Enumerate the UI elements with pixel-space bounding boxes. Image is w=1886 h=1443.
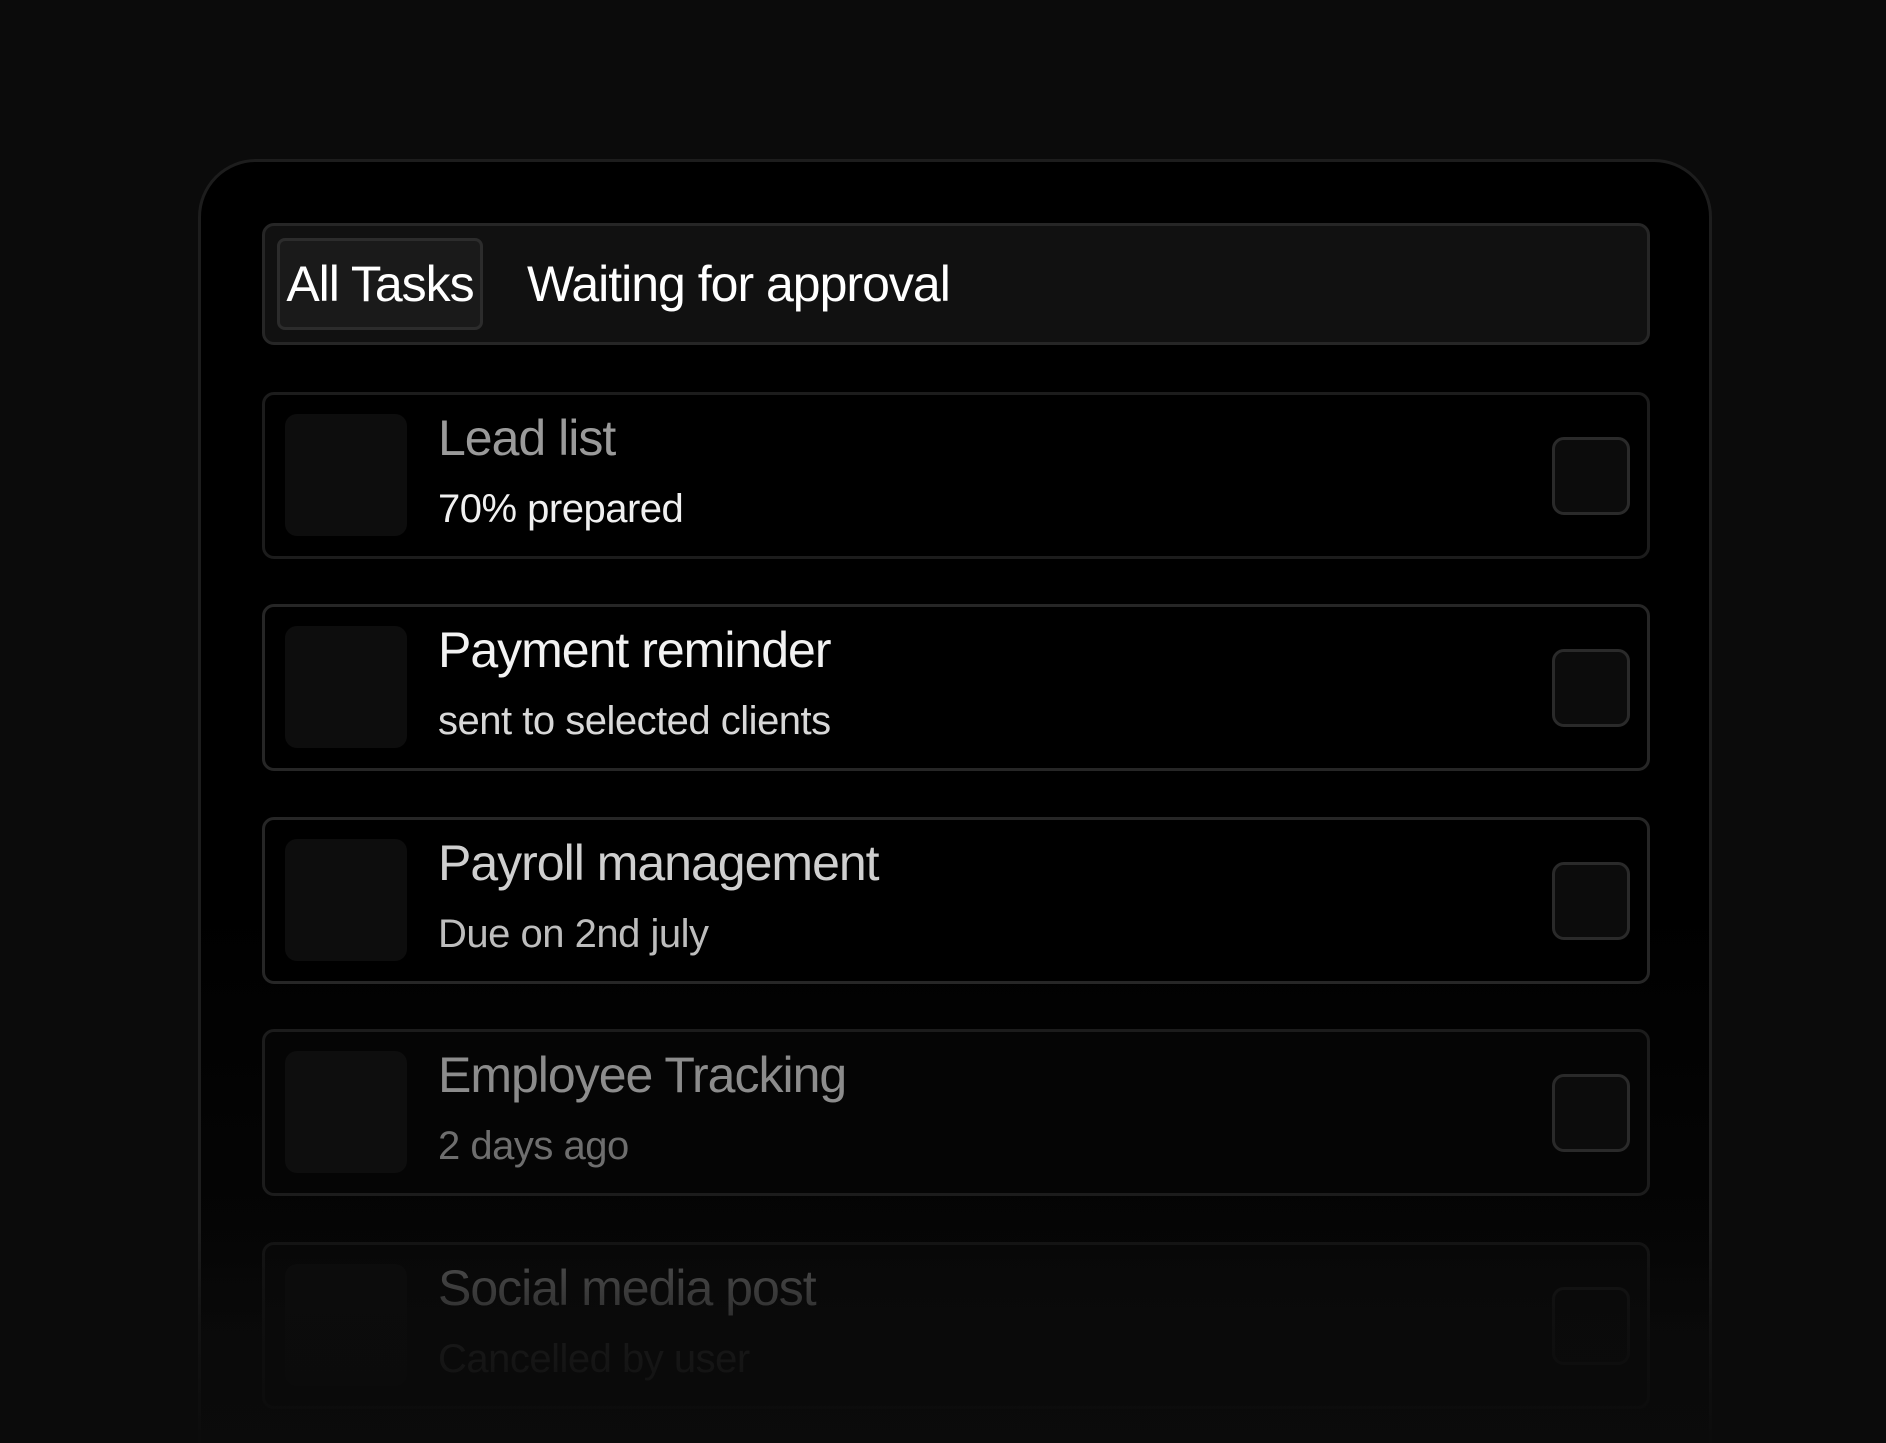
task-item-payroll-management[interactable]: Payroll management Due on 2nd july bbox=[262, 817, 1650, 984]
app-stage: All Tasks Waiting for approval Lead list… bbox=[0, 0, 1886, 1443]
task-title: Employee Tracking bbox=[438, 1047, 847, 1103]
task-title: Payroll management bbox=[438, 835, 880, 891]
task-checkbox[interactable] bbox=[1552, 649, 1630, 727]
task-checkbox[interactable] bbox=[1552, 437, 1630, 515]
task-subtitle: sent to selected clients bbox=[438, 699, 831, 743]
task-item-employee-tracking[interactable]: Employee Tracking 2 days ago bbox=[262, 1029, 1650, 1196]
task-thumbnail bbox=[285, 414, 407, 536]
tab-waiting-for-approval[interactable]: Waiting for approval bbox=[527, 238, 1047, 330]
task-subtitle: Due on 2nd july bbox=[438, 912, 709, 956]
task-checkbox[interactable] bbox=[1552, 1074, 1630, 1152]
task-thumbnail bbox=[285, 839, 407, 961]
task-item-social-media-post[interactable]: Social media post Cancelled by user bbox=[262, 1242, 1650, 1409]
task-title: Lead list bbox=[438, 410, 616, 466]
task-subtitle: 70% prepared bbox=[438, 487, 684, 531]
task-item-lead-list[interactable]: Lead list 70% prepared bbox=[262, 392, 1650, 559]
task-filter-tabs: All Tasks Waiting for approval bbox=[262, 223, 1650, 345]
task-thumbnail bbox=[285, 1264, 407, 1386]
tab-all-tasks[interactable]: All Tasks bbox=[277, 238, 483, 330]
task-title: Social media post bbox=[438, 1260, 817, 1316]
task-thumbnail bbox=[285, 626, 407, 748]
task-thumbnail bbox=[285, 1051, 407, 1173]
task-item-payment-reminder[interactable]: Payment reminder sent to selected client… bbox=[262, 604, 1650, 771]
task-checkbox[interactable] bbox=[1552, 862, 1630, 940]
task-checkbox[interactable] bbox=[1552, 1287, 1630, 1365]
task-subtitle: Cancelled by user bbox=[438, 1337, 750, 1381]
task-title: Payment reminder bbox=[438, 622, 831, 678]
task-subtitle: 2 days ago bbox=[438, 1124, 629, 1168]
